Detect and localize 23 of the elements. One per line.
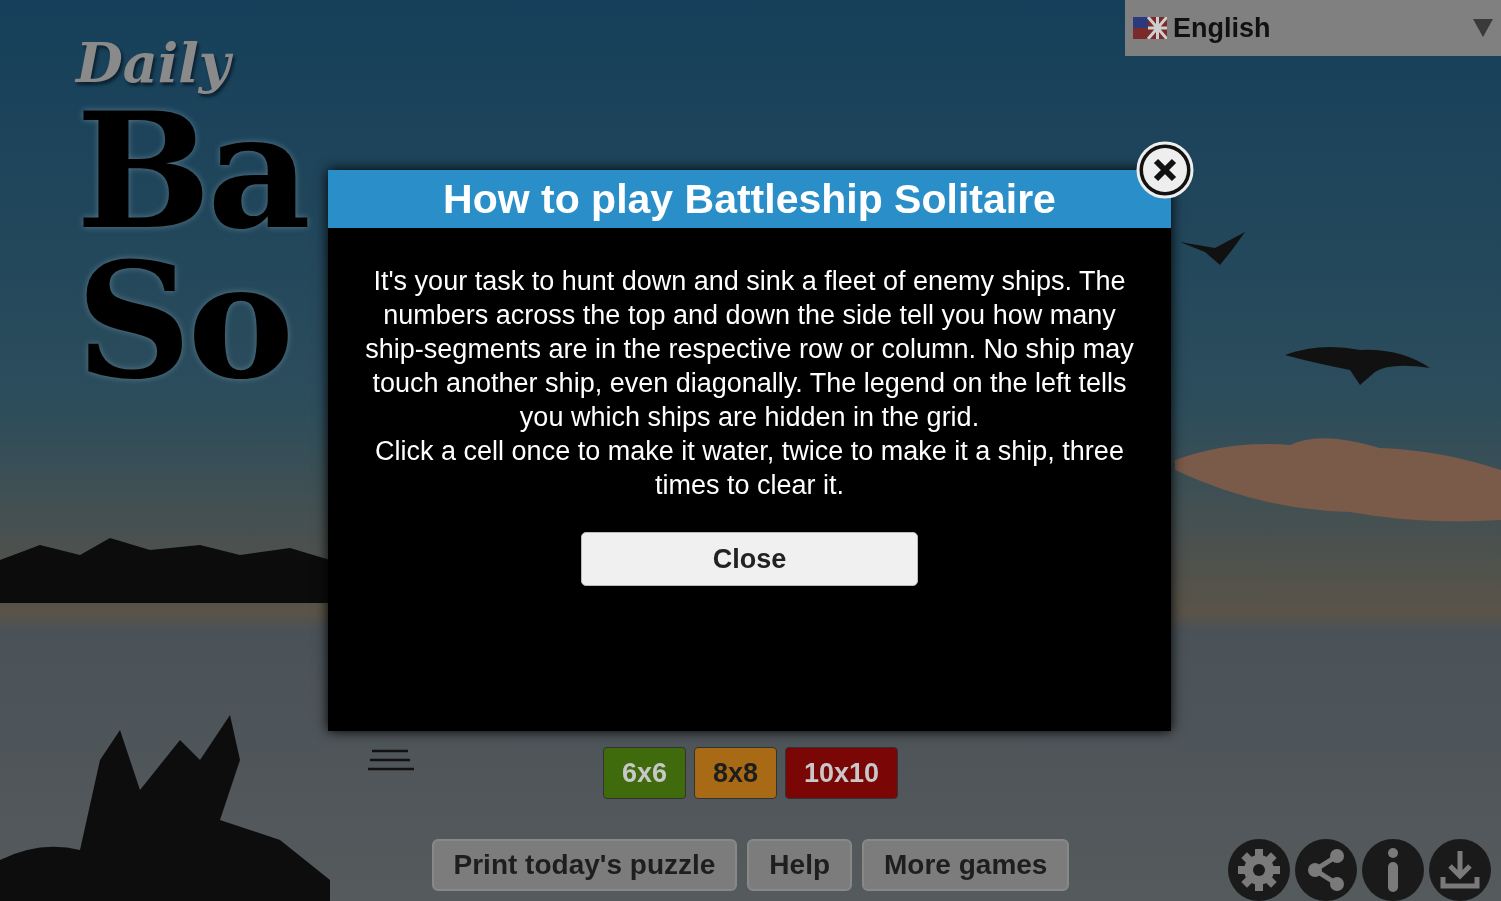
menu-button[interactable]: Help: [747, 839, 853, 891]
language-dropdown[interactable]: English: [1125, 0, 1501, 56]
lines-icon: [368, 749, 414, 771]
settings-icon[interactable]: [1228, 839, 1290, 901]
menu-button[interactable]: Print today's puzzle: [431, 839, 738, 891]
dialog-title: How to play Battleship Solitaire: [328, 170, 1171, 228]
instructions-text: Click a cell once to make it water, twice to make it a ship, three times to clear it.: [374, 435, 1125, 502]
share-icon[interactable]: [1295, 839, 1357, 901]
menu-button[interactable]: More games: [862, 839, 1070, 891]
info-icon[interactable]: [1362, 839, 1424, 901]
grid-size-button[interactable]: 10x10: [785, 747, 899, 799]
close-button[interactable]: Close: [581, 532, 918, 586]
grid-size-button[interactable]: 6x6: [602, 747, 686, 799]
grid-size-button[interactable]: 8x8: [693, 747, 777, 799]
download-icon[interactable]: [1429, 839, 1491, 901]
close-icon[interactable]: [1136, 141, 1194, 199]
bird-drawing: [1180, 232, 1245, 265]
title-word: So: [76, 246, 291, 396]
caret-icon: [1473, 19, 1493, 37]
title-script: Daily: [76, 30, 231, 96]
instructions-text: It's your task to hunt down and sink a fleet of enemy ships. The numbers across the top and down the side tell you how many ship-segments are in the respective row or column. No ship may touch another ship, even diagonally. The legend on the left tells you which ships are hidden in the grid.: [364, 265, 1135, 434]
title-word: Ba: [76, 96, 307, 246]
flag-icon: [1133, 17, 1167, 39]
